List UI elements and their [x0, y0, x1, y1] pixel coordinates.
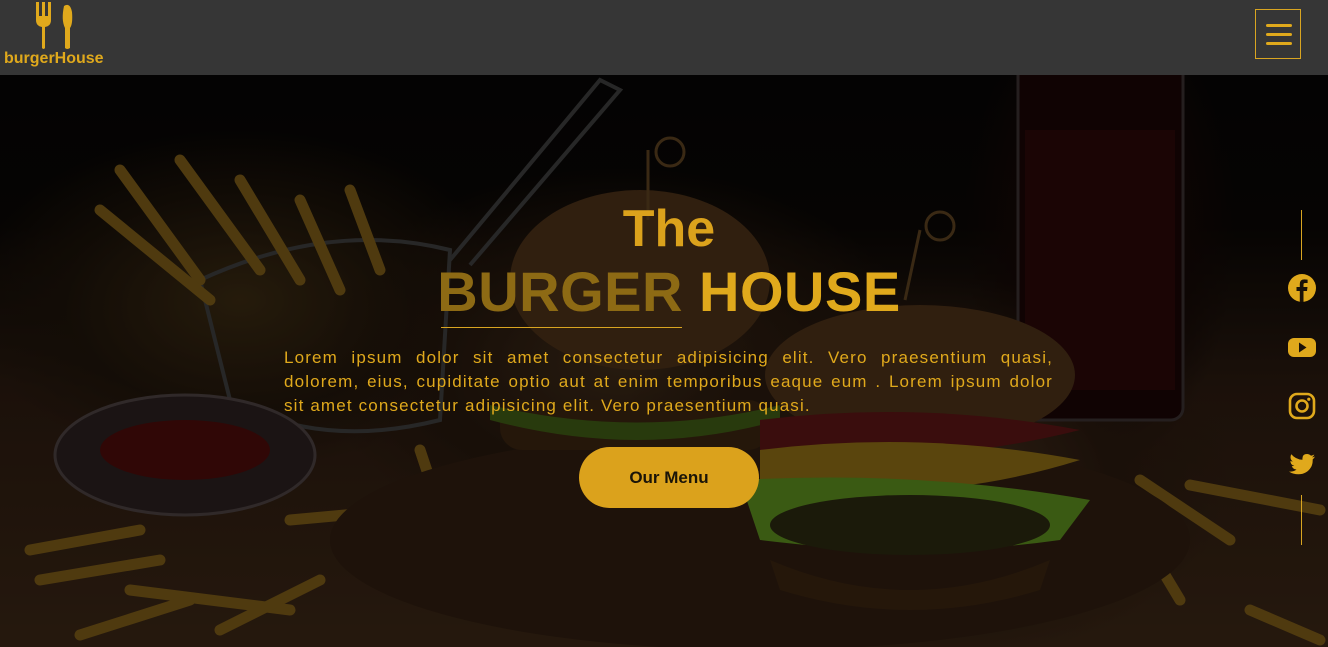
brand-name: burgerHouse	[4, 50, 104, 67]
facebook-icon[interactable]	[1287, 273, 1317, 303]
hero-title-burger: BURGER	[437, 260, 683, 323]
instagram-icon[interactable]	[1287, 391, 1317, 421]
menu-bar	[1266, 33, 1292, 36]
hero-description: Lorem ipsum dolor sit amet consectetur a…	[284, 348, 1053, 415]
hero-title-house: HOUSE	[699, 260, 901, 323]
fork-knife-icon	[36, 2, 73, 49]
youtube-icon[interactable]	[1287, 332, 1317, 362]
social-divider-top	[1301, 210, 1302, 260]
twitter-icon[interactable]	[1287, 449, 1317, 479]
menu-bar	[1266, 24, 1292, 27]
title-underline	[441, 327, 682, 328]
site-header: burgerHouse	[0, 0, 1328, 75]
social-divider-bottom	[1301, 495, 1302, 545]
our-menu-button[interactable]: Our Menu	[579, 447, 759, 508]
hero-section: The BURGER HOUSE Lorem ipsum dolor sit a…	[0, 0, 1328, 647]
hero-title-top: The	[622, 200, 716, 258]
hero-title: BURGER HOUSE	[0, 262, 1328, 322]
menu-bar	[1266, 42, 1292, 45]
social-sidebar	[1280, 210, 1324, 550]
brand-logo[interactable]: burgerHouse	[4, 2, 114, 72]
hamburger-menu-button[interactable]	[1255, 9, 1301, 59]
